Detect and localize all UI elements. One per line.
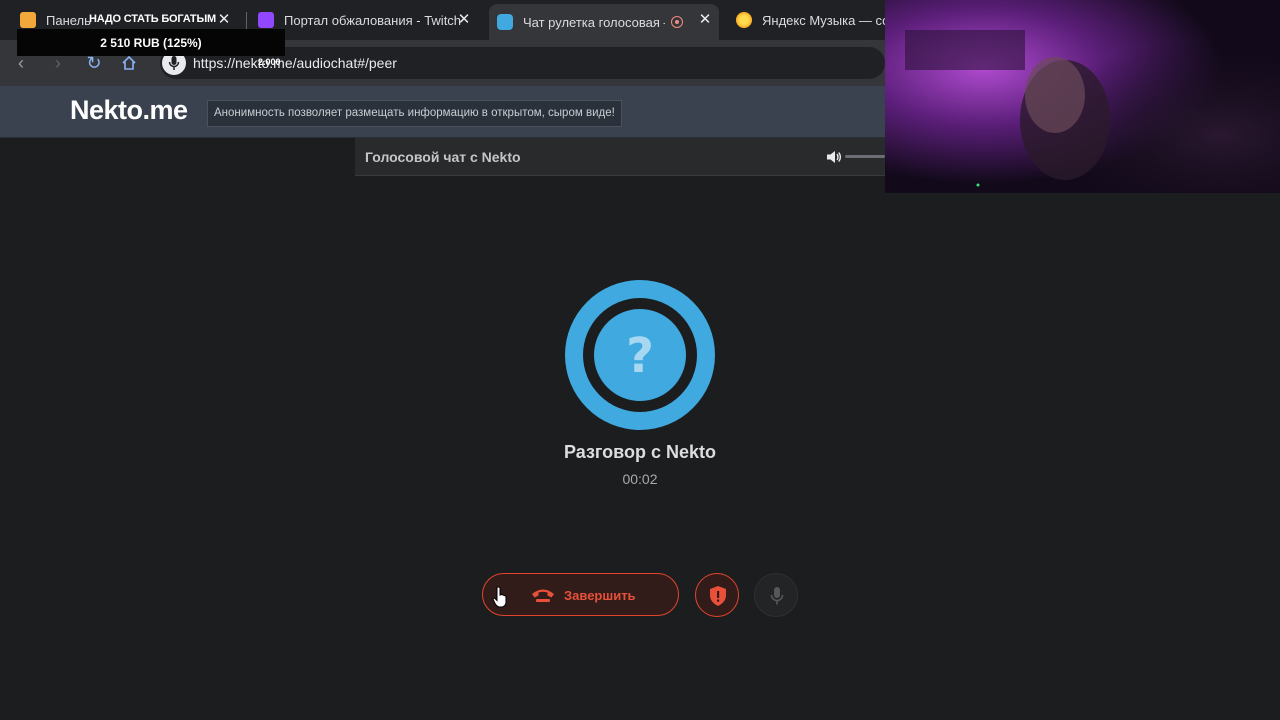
webcam-overlay [885, 0, 1280, 193]
close-icon[interactable]: ✕ [697, 12, 713, 28]
chat-title: Голосовой чат с Nekto [365, 149, 521, 165]
shield-alert-icon [710, 586, 726, 606]
end-call-button[interactable]: Завершить [482, 573, 679, 616]
tab-label: Яндекс Музыка — соби [762, 12, 885, 28]
microphone-favicon-icon [497, 14, 513, 30]
end-call-label: Завершить [564, 588, 636, 603]
avatar-question-mark: ? [626, 328, 654, 384]
site-logo[interactable]: Nekto.me [70, 95, 188, 126]
twitch-icon [258, 12, 274, 28]
report-button[interactable] [695, 573, 739, 617]
call-timer: 00:02 [622, 471, 658, 487]
overlay-small-text: 2.000 [258, 57, 281, 67]
recording-icon [671, 16, 683, 28]
call-title: Разговор с Nekto [563, 442, 717, 462]
chat-header-bar: Голосовой чат с Nekto [355, 138, 885, 176]
donation-goal-title: НАДО СТАТЬ БОГАТЫМ [89, 13, 216, 25]
anonymous-avatar-icon: ? [565, 280, 715, 430]
url-text: https://nekto.me/audiochat#/peer [193, 55, 397, 71]
microphone-toggle-button[interactable] [754, 573, 798, 617]
close-icon[interactable]: ✕ [216, 12, 232, 28]
site-slogan: Анонимность позволяет размещать информац… [207, 100, 622, 127]
microphone-icon [770, 587, 784, 605]
tab-label: Портал обжалования - Twitch [284, 12, 462, 28]
tab-label: Чат рулетка голосовая — [523, 14, 665, 30]
tab-label: Панель [46, 12, 91, 28]
panel-favicon-icon [20, 12, 36, 28]
hang-up-phone-icon [532, 589, 554, 602]
volume-icon[interactable] [825, 148, 843, 166]
volume-slider[interactable] [845, 155, 885, 158]
close-icon[interactable]: ✕ [456, 12, 472, 28]
donation-goal-widget: 2 510 RUB (125%) [17, 29, 285, 56]
webcam-feed-image [885, 0, 1280, 193]
donation-amount: 2 510 RUB (125%) [100, 36, 202, 50]
yandex-music-icon [736, 12, 752, 28]
tab-separator [246, 12, 247, 30]
tab-nekto-active[interactable]: Чат рулетка голосовая — ✕ [489, 4, 719, 40]
tab-yandex-music[interactable]: Яндекс Музыка — соби [724, 6, 885, 34]
hand-cursor-icon [492, 586, 507, 608]
